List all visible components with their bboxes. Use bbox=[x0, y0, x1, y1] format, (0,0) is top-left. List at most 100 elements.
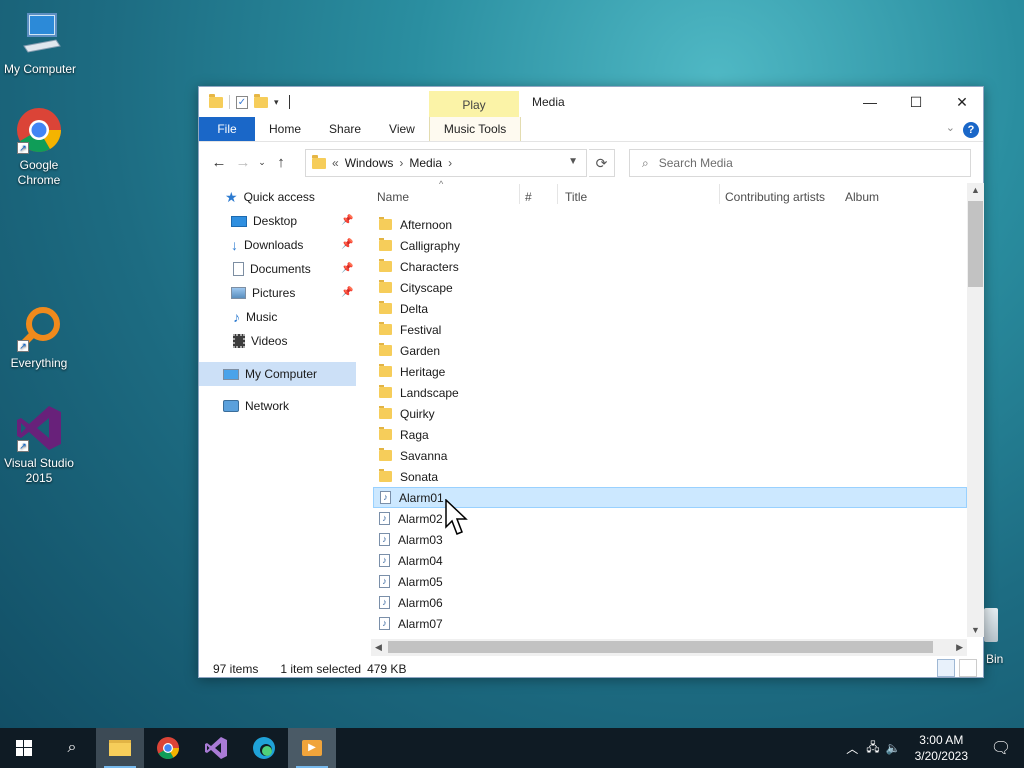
file-name: Calligraphy bbox=[400, 238, 461, 253]
quick-access-item[interactable]: ★ Quick access bbox=[225, 186, 315, 208]
list-item[interactable]: ♪ Alarm06 bbox=[373, 592, 967, 613]
pin-icon[interactable]: 📌 bbox=[341, 215, 353, 226]
list-item[interactable]: Heritage bbox=[373, 361, 967, 382]
close-button[interactable]: ✕ bbox=[939, 87, 985, 117]
taskbar-chrome[interactable] bbox=[144, 728, 192, 768]
list-item[interactable]: Cityscape bbox=[373, 277, 967, 298]
recycle-bin-icon[interactable] bbox=[984, 608, 998, 642]
taskbar-media-player[interactable]: ▶ bbox=[288, 728, 336, 768]
tab-file[interactable]: File bbox=[199, 117, 255, 141]
list-item[interactable]: Raga bbox=[373, 424, 967, 445]
maximize-button[interactable]: ☐ bbox=[893, 87, 939, 117]
pin-icon[interactable]: 📌 bbox=[341, 287, 353, 298]
scroll-right-icon[interactable]: ▶ bbox=[956, 642, 963, 653]
search-button[interactable]: ⌕ bbox=[48, 728, 96, 768]
start-button[interactable] bbox=[0, 728, 48, 768]
tab-music-tools[interactable]: Music Tools bbox=[428, 117, 522, 141]
customize-qat-icon[interactable]: ▾ bbox=[274, 97, 279, 108]
sidebar-item-music[interactable]: ♪ Music bbox=[233, 306, 277, 328]
desktop-icon-everything[interactable]: ↗ Everything bbox=[0, 304, 79, 371]
vertical-scrollbar[interactable]: ▲ ▼ bbox=[967, 183, 984, 637]
taskbar-file-explorer[interactable] bbox=[96, 728, 144, 768]
column-album[interactable]: Album bbox=[845, 190, 879, 204]
address-dropdown-icon[interactable]: ▼ bbox=[568, 156, 578, 167]
list-item[interactable]: Delta bbox=[373, 298, 967, 319]
forward-button[interactable]: → bbox=[231, 154, 255, 171]
list-item[interactable]: Afternoon bbox=[373, 214, 967, 235]
column-contributing-artists[interactable]: Contributing artists bbox=[725, 190, 825, 204]
expand-ribbon-icon[interactable]: ⌄ bbox=[946, 121, 955, 134]
list-item[interactable]: Garden bbox=[373, 340, 967, 361]
sidebar-item-downloads[interactable]: ↓ Downloads bbox=[231, 234, 303, 256]
scroll-down-icon[interactable]: ▼ bbox=[971, 625, 980, 635]
back-button[interactable]: ← bbox=[207, 154, 231, 171]
taskbar-edge[interactable] bbox=[240, 728, 288, 768]
column-title[interactable]: Title bbox=[565, 190, 587, 204]
desktop-icon-visual-studio[interactable]: ↗ Visual Studio 2015 bbox=[0, 404, 79, 486]
list-item[interactable]: Sonata bbox=[373, 466, 967, 487]
folder-icon bbox=[379, 322, 392, 335]
column-name[interactable]: Name bbox=[377, 190, 409, 204]
column-divider[interactable] bbox=[519, 184, 520, 204]
tab-view[interactable]: View bbox=[375, 117, 429, 141]
folder-icon bbox=[379, 301, 392, 314]
chevron-right-icon[interactable]: › bbox=[399, 156, 403, 170]
sidebar-item-desktop[interactable]: Desktop bbox=[231, 210, 297, 232]
up-button[interactable]: ↑ bbox=[269, 154, 293, 171]
list-item[interactable]: Savanna bbox=[373, 445, 967, 466]
shortcut-arrow-icon: ↗ bbox=[17, 340, 29, 352]
list-item[interactable]: Characters bbox=[373, 256, 967, 277]
minimize-button[interactable]: — bbox=[847, 87, 893, 117]
scroll-up-icon[interactable]: ▲ bbox=[971, 185, 980, 195]
volume-icon[interactable]: 🔈 bbox=[886, 741, 901, 755]
breadcrumb-windows[interactable]: Windows bbox=[345, 156, 394, 170]
list-item[interactable]: ♪ Alarm04 bbox=[373, 550, 967, 571]
contextual-tab-play[interactable]: Play bbox=[429, 91, 519, 117]
help-icon[interactable]: ? bbox=[963, 122, 979, 138]
sidebar-item-my-computer[interactable]: My Computer bbox=[223, 363, 317, 385]
sidebar-item-pictures[interactable]: Pictures bbox=[231, 282, 295, 304]
pin-icon[interactable]: 📌 bbox=[341, 239, 353, 250]
refresh-button[interactable]: ⟳ bbox=[589, 149, 615, 177]
clock[interactable]: 3:00 AM 3/20/2023 bbox=[915, 732, 968, 764]
show-hidden-icons-icon[interactable]: ︿ bbox=[846, 740, 858, 757]
vertical-scroll-thumb[interactable] bbox=[968, 201, 983, 287]
list-item[interactable]: Calligraphy bbox=[373, 235, 967, 256]
notifications-icon[interactable]: 🗨 bbox=[978, 738, 1024, 758]
search-input[interactable]: Search Media bbox=[659, 156, 733, 170]
file-name: Delta bbox=[400, 301, 429, 316]
list-item[interactable]: ♪ Alarm07 bbox=[373, 613, 967, 634]
sidebar-item-videos[interactable]: Videos bbox=[233, 330, 287, 352]
list-item[interactable]: Quirky bbox=[373, 403, 967, 424]
file-name: Quirky bbox=[400, 406, 435, 421]
network-status-icon[interactable]: 🖧 bbox=[866, 738, 879, 759]
taskbar-visual-studio[interactable] bbox=[192, 728, 240, 768]
column-divider[interactable] bbox=[719, 184, 720, 204]
list-item[interactable]: Landscape bbox=[373, 382, 967, 403]
horizontal-scroll-thumb[interactable] bbox=[388, 641, 933, 653]
chevron-right-icon[interactable]: › bbox=[448, 156, 452, 170]
scroll-left-icon[interactable]: ◀ bbox=[375, 642, 382, 653]
sidebar-item-network[interactable]: Network bbox=[223, 395, 289, 417]
column-number[interactable]: # bbox=[525, 190, 532, 204]
details-view-button[interactable] bbox=[937, 659, 955, 677]
list-item[interactable]: ♪ Alarm05 bbox=[373, 571, 967, 592]
tab-home[interactable]: Home bbox=[255, 117, 315, 141]
large-icons-view-button[interactable] bbox=[959, 659, 977, 677]
search-box[interactable]: ⌕ Search Media bbox=[629, 149, 971, 177]
tab-share[interactable]: Share bbox=[315, 117, 375, 141]
system-tray: ︿ 🖧 🔈 3:00 AM 3/20/2023 🗨 bbox=[846, 728, 1024, 768]
properties-icon[interactable]: ✓ bbox=[236, 95, 248, 109]
new-folder-icon[interactable] bbox=[254, 93, 268, 108]
column-divider[interactable] bbox=[557, 184, 558, 204]
pin-icon[interactable]: 📌 bbox=[341, 263, 353, 274]
address-bar[interactable]: « Windows › Media › ▼ bbox=[305, 149, 587, 177]
list-item[interactable]: Festival bbox=[373, 319, 967, 340]
desktop-icon-google-chrome[interactable]: ↗ Google Chrome bbox=[0, 106, 79, 188]
recent-locations-button[interactable]: ⌄ bbox=[255, 157, 269, 168]
sidebar-item-documents[interactable]: Documents bbox=[233, 258, 311, 280]
breadcrumb-media[interactable]: Media bbox=[409, 156, 442, 170]
desktop-icon-my-computer[interactable]: My Computer bbox=[0, 10, 80, 77]
horizontal-scrollbar[interactable]: ◀ ▶ bbox=[371, 639, 967, 656]
address-overflow[interactable]: « bbox=[332, 156, 339, 170]
